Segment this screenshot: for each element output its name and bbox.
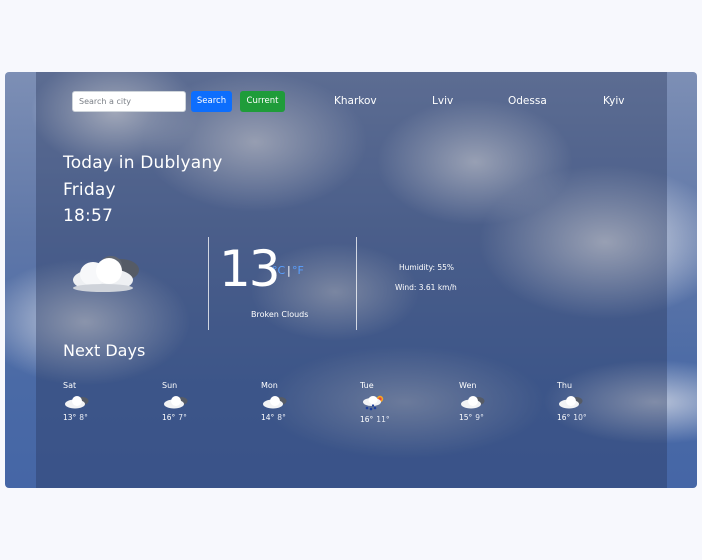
forecast-temps: 15° 9°: [459, 413, 519, 422]
forecast-day-name: Sat: [63, 381, 77, 390]
forecast-high: 13°: [63, 413, 77, 422]
humidity-label: Humidity: 55%: [399, 263, 455, 272]
broken-clouds-icon: [73, 256, 139, 292]
broken-clouds-icon: [164, 396, 188, 409]
forecast-day-name: Sun: [162, 381, 178, 390]
forecast-day-name: Wen: [459, 381, 477, 390]
weather-description: Broken Clouds: [251, 310, 309, 319]
forecast-day-name: Mon: [261, 381, 278, 390]
city-link-lviv[interactable]: Lviv: [432, 95, 453, 107]
forecast-low: 7°: [178, 413, 187, 422]
forecast-low: 8°: [277, 413, 286, 422]
divider: [356, 237, 357, 330]
unit-separator: |: [287, 264, 291, 277]
search-button[interactable]: Search: [191, 91, 232, 112]
wind-label: Wind: 3.61 km/h: [395, 283, 457, 292]
weather-card: Search Current Kharkov Lviv Odessa Kyiv …: [5, 72, 697, 488]
forecast-low: 8°: [79, 413, 88, 422]
fahrenheit-link[interactable]: °F: [292, 264, 304, 277]
forecast-day-name: Thu: [557, 381, 573, 390]
forecast-high: 15°: [459, 413, 473, 422]
broken-clouds-icon: [461, 396, 485, 409]
forecast-temps: 16° 11°: [360, 415, 420, 424]
sun-rain-cloud-icon: [363, 395, 384, 411]
today-heading: Today in Dublyany: [63, 153, 223, 173]
forecast-low: 10°: [573, 413, 587, 422]
search-input[interactable]: [72, 91, 186, 112]
weekday-label: Friday: [63, 180, 116, 200]
broken-clouds-icon: [65, 396, 89, 409]
forecast-day: Wen 15° 9°: [459, 381, 519, 422]
forecast-high: 16°: [557, 413, 571, 422]
forecast-day: Mon 14° 8°: [261, 381, 321, 422]
forecast-temps: 16° 10°: [557, 413, 617, 422]
forecast-day-name: Tue: [360, 381, 374, 390]
forecast-temps: 16° 7°: [162, 413, 222, 422]
broken-clouds-icon: [263, 396, 287, 409]
temperature-value: 13: [219, 240, 281, 298]
forecast-low: 11°: [376, 415, 390, 424]
city-link-odessa[interactable]: Odessa: [508, 95, 547, 107]
forecast-low: 9°: [475, 413, 484, 422]
forecast-day: Tue 16° 11°: [360, 381, 420, 424]
forecast-high: 14°: [261, 413, 275, 422]
city-link-kharkov[interactable]: Kharkov: [334, 95, 377, 107]
forecast-day: Sun 16° 7°: [162, 381, 222, 422]
forecast-high: 16°: [360, 415, 374, 424]
time-label: 18:57: [63, 206, 113, 226]
celsius-link[interactable]: °C: [272, 264, 285, 277]
forecast-day: Thu 16° 10°: [557, 381, 617, 422]
forecast-temps: 13° 8°: [63, 413, 123, 422]
current-location-button[interactable]: Current: [240, 91, 285, 112]
forecast-temps: 14° 8°: [261, 413, 321, 422]
broken-clouds-icon: [559, 396, 583, 409]
forecast-day: Sat 13° 8°: [63, 381, 123, 422]
next-days-heading: Next Days: [63, 341, 146, 360]
city-link-kyiv[interactable]: Kyiv: [603, 95, 624, 107]
forecast-high: 16°: [162, 413, 176, 422]
divider: [208, 237, 209, 330]
